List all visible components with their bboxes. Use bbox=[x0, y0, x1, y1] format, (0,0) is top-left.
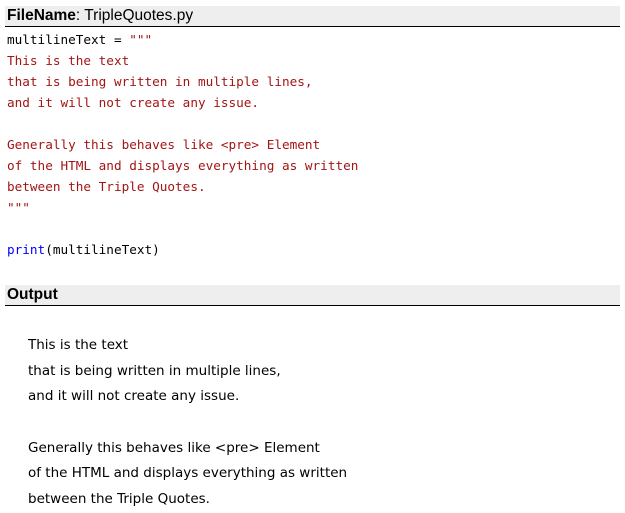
output-line: between the Triple Quotes. bbox=[28, 491, 210, 508]
output-header: Output bbox=[5, 285, 620, 306]
code-string-line: between the Triple Quotes. bbox=[7, 179, 206, 194]
code-string-line: """ bbox=[7, 200, 30, 215]
code-string-line: """ bbox=[129, 32, 153, 47]
output-block: This is the text that is being written i… bbox=[28, 333, 347, 513]
output-line: of the HTML and displays everything as w… bbox=[28, 465, 348, 482]
output-label: Output bbox=[7, 286, 58, 303]
filename-value: TripleQuotes.py bbox=[84, 7, 194, 24]
code-string-line: of the HTML and displays everything as w… bbox=[7, 158, 359, 173]
code-string-line: and it will not create any issue. bbox=[7, 95, 260, 110]
code-block: multilineText = """ This is the text tha… bbox=[7, 29, 358, 260]
output-line: This is the text bbox=[28, 337, 129, 353]
output-line: that is being written in multiple lines, bbox=[28, 362, 281, 379]
filename-label: FileName bbox=[7, 7, 76, 24]
code-print-args: (multilineText) bbox=[45, 242, 160, 257]
code-string-line: This is the text bbox=[7, 53, 130, 68]
code-assign: multilineText = bbox=[7, 32, 130, 47]
code-print-keyword: print bbox=[7, 242, 46, 257]
code-string-line: that is being written in multiple lines, bbox=[7, 74, 313, 89]
output-line: and it will not create any issue. bbox=[28, 388, 240, 405]
filename-header: FileName: TripleQuotes.py bbox=[5, 6, 620, 27]
filename-separator: : bbox=[75, 7, 85, 24]
code-string-line: Generally this behaves like <pre> Elemen… bbox=[7, 137, 321, 152]
output-line: Generally this behaves like <pre> Elemen… bbox=[28, 439, 320, 456]
